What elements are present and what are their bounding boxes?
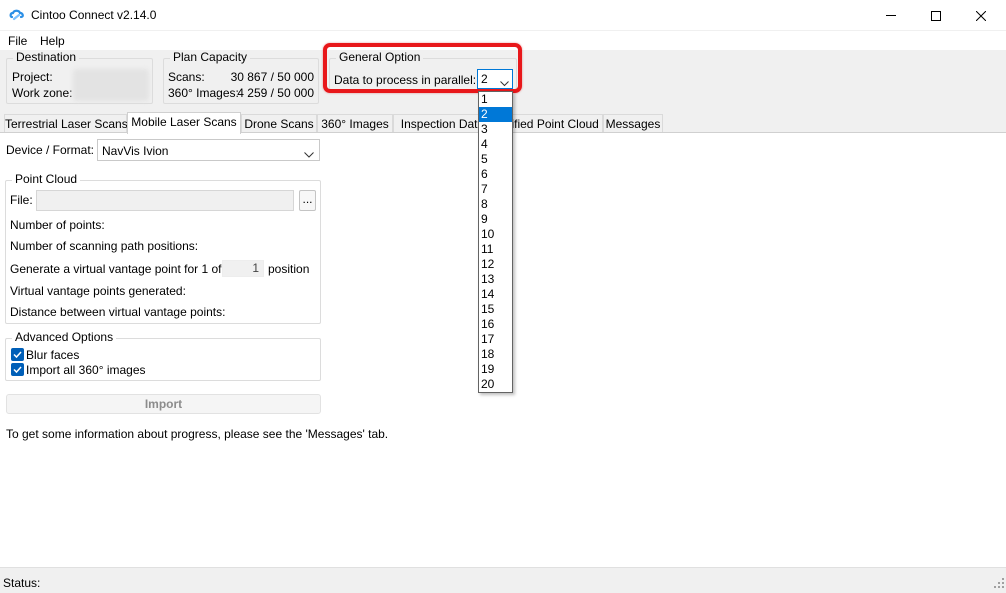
vantage-distance-label: Distance between virtual vantage points: — [10, 305, 226, 319]
dropdown-option[interactable]: 4 — [479, 137, 512, 152]
advanced-options-title: Advanced Options — [12, 330, 117, 344]
scans-value: 30 867 / 50 000 — [230, 70, 314, 84]
num-path-positions-label: Number of scanning path positions: — [10, 239, 199, 253]
generate-vantage-label: Generate a virtual vantage point for 1 o… — [10, 262, 222, 276]
vantage-spinbox[interactable]: 1 — [222, 260, 264, 277]
file-input[interactable] — [36, 190, 294, 211]
device-format-value: NavVis Ivion — [102, 144, 169, 158]
import-360-images-checkbox[interactable] — [11, 363, 24, 376]
minimize-button[interactable] — [868, 0, 914, 31]
cintoo-logo-icon — [9, 8, 25, 22]
close-button[interactable] — [958, 0, 1004, 31]
images-label: 360° Images: — [168, 86, 239, 100]
workzone-label: Work zone: — [12, 86, 73, 100]
maximize-button[interactable] — [913, 0, 959, 31]
dropdown-option[interactable]: 11 — [479, 242, 512, 257]
dropdown-option[interactable]: 13 — [479, 272, 512, 287]
position-label: position — [268, 262, 310, 276]
redacted-value — [73, 69, 149, 101]
checkmark-icon — [13, 366, 22, 374]
tab-mobile-laser-scans[interactable]: Mobile Laser Scans — [127, 112, 241, 134]
device-format-label: Device / Format: — [6, 143, 95, 157]
maximize-icon — [931, 10, 941, 21]
blur-faces-label: Blur faces — [26, 348, 80, 362]
project-label: Project: — [12, 70, 53, 84]
parallel-select[interactable]: 2 — [477, 69, 513, 89]
dropdown-option[interactable]: 14 — [479, 287, 512, 302]
parallel-select-value: 2 — [481, 72, 488, 86]
dropdown-option[interactable]: 18 — [479, 347, 512, 362]
num-points-label: Number of points: — [10, 218, 105, 232]
checkmark-icon — [13, 351, 22, 359]
dropdown-option[interactable]: 3 — [479, 122, 512, 137]
menu-file[interactable]: File — [8, 34, 27, 48]
vantage-generated-label: Virtual vantage points generated: — [10, 284, 186, 298]
import-360-images-label: Import all 360° images — [26, 363, 146, 377]
dropdown-option[interactable]: 5 — [479, 152, 512, 167]
import-button[interactable]: Import — [6, 394, 321, 414]
dropdown-option-selected[interactable]: 2 — [479, 107, 512, 122]
plan-capacity-group: Plan Capacity Scans: 30 867 / 50 000 360… — [163, 50, 319, 104]
menu-bar: File Help — [0, 31, 1006, 50]
dropdown-option[interactable]: 16 — [479, 317, 512, 332]
browse-button[interactable]: ... — [299, 190, 316, 211]
progress-info-text: To get some information about progress, … — [6, 427, 389, 441]
resize-grip-icon[interactable] — [994, 577, 1004, 591]
tab-360-images[interactable]: 360° Images — [317, 114, 393, 133]
dropdown-option[interactable]: 17 — [479, 332, 512, 347]
device-format-select[interactable]: NavVis Ivion — [97, 139, 320, 161]
menu-help[interactable]: Help — [40, 34, 65, 48]
dropdown-option[interactable]: 20 — [479, 377, 512, 392]
dropdown-option[interactable]: 1 — [479, 92, 512, 107]
tab-terrestrial-laser-scans[interactable]: Terrestrial Laser Scans — [4, 114, 128, 133]
status-label: Status: — [3, 576, 41, 590]
file-label: File: — [10, 193, 33, 207]
chevron-down-icon — [304, 147, 314, 161]
destination-group: Destination Project: Work zone: — [6, 50, 153, 104]
scans-label: Scans: — [168, 70, 205, 84]
close-icon — [976, 10, 986, 21]
dropdown-option[interactable]: 8 — [479, 197, 512, 212]
status-bar: Status: — [0, 567, 1006, 593]
images-value: 4 259 / 50 000 — [237, 86, 314, 100]
dropdown-option[interactable]: 7 — [479, 182, 512, 197]
dropdown-option[interactable]: 6 — [479, 167, 512, 182]
dropdown-option[interactable]: 15 — [479, 302, 512, 317]
tab-messages[interactable]: Messages — [603, 114, 663, 133]
dropdown-option[interactable]: 9 — [479, 212, 512, 227]
window-title: Cintoo Connect v2.14.0 — [31, 8, 157, 22]
minimize-icon — [886, 14, 896, 16]
title-bar: Cintoo Connect v2.14.0 — [0, 0, 1006, 31]
dropdown-option[interactable]: 19 — [479, 362, 512, 377]
tab-drone-scans[interactable]: Drone Scans — [241, 114, 317, 133]
chevron-down-icon — [500, 76, 509, 90]
dropdown-option[interactable]: 12 — [479, 257, 512, 272]
plan-capacity-title: Plan Capacity — [170, 50, 251, 64]
parallel-label: Data to process in parallel: — [334, 73, 477, 87]
blur-faces-checkbox[interactable] — [11, 348, 24, 361]
dropdown-option[interactable]: 10 — [479, 227, 512, 242]
general-option-title: General Option — [336, 50, 424, 64]
point-cloud-title: Point Cloud — [12, 172, 81, 186]
destination-title: Destination — [13, 50, 80, 64]
parallel-dropdown-list[interactable]: 1 2 3 4 5 6 7 8 9 10 11 12 13 14 15 16 1… — [478, 91, 513, 393]
